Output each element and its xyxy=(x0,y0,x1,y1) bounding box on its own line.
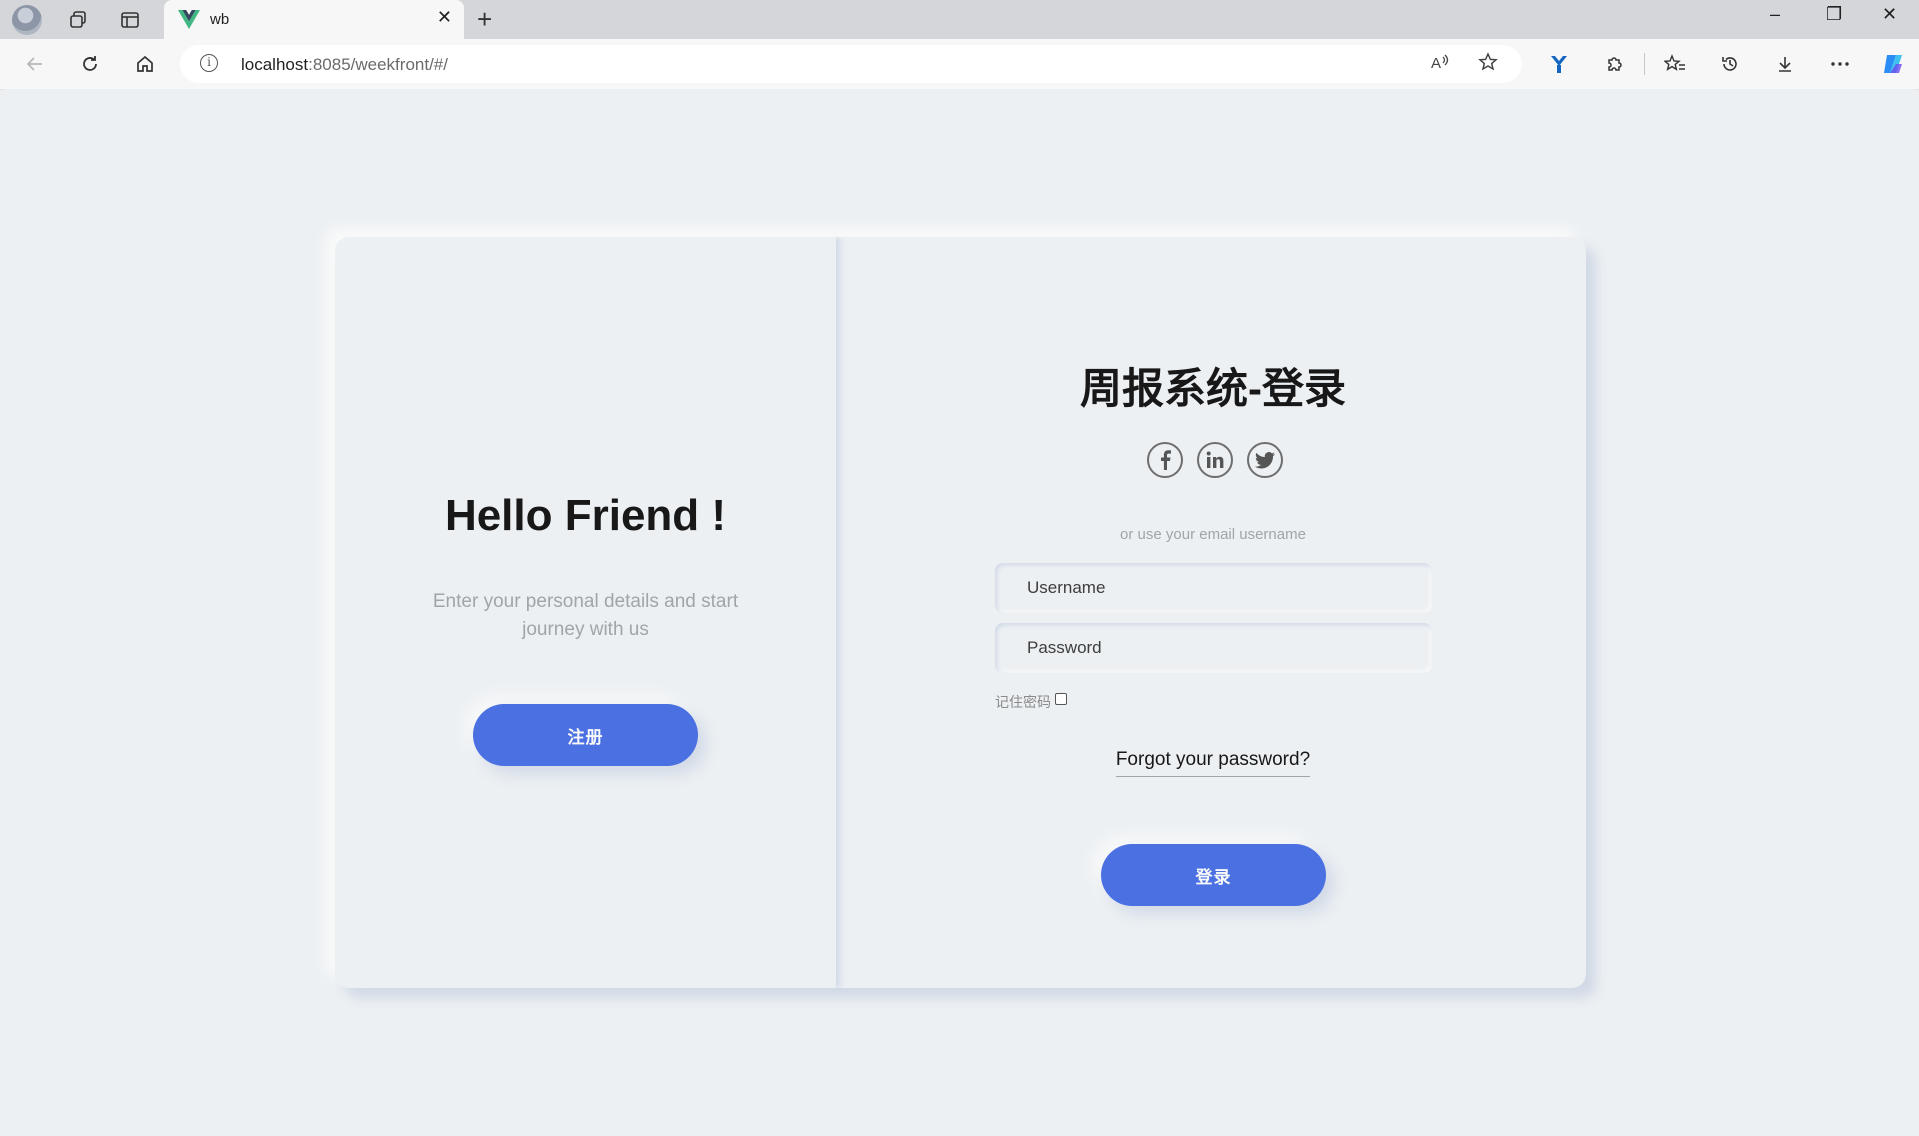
switch-panel: Hello Friend ! Enter your personal detai… xyxy=(335,237,836,988)
remember-label: 记住密码 xyxy=(995,694,1051,710)
vue-logo-icon xyxy=(178,10,200,29)
remember-checkbox[interactable] xyxy=(1055,693,1067,705)
remember-password: 记住密码 xyxy=(995,692,1067,712)
browser-nav-bar: i localhost:8085/weekfront/#/ A xyxy=(0,39,1919,90)
alt-login-text: or use your email username xyxy=(1120,526,1306,543)
new-tab-button[interactable]: + xyxy=(477,4,492,35)
restore-button[interactable]: ❐ xyxy=(1826,4,1842,25)
forgot-password-link[interactable]: Forgot your password? xyxy=(1115,749,1311,777)
download-icon[interactable] xyxy=(1770,49,1800,79)
profile-avatar[interactable] xyxy=(12,5,42,35)
extensions-puzzle-icon[interactable] xyxy=(1600,49,1630,79)
site-info-icon[interactable]: i xyxy=(200,54,218,72)
address-bar[interactable]: i localhost:8085/weekfront/#/ A xyxy=(180,45,1522,83)
username-input[interactable] xyxy=(995,563,1432,613)
password-input[interactable] xyxy=(995,623,1432,673)
more-menu-icon[interactable] xyxy=(1825,49,1855,79)
svg-text:A: A xyxy=(1431,55,1441,72)
login-button[interactable]: 登录 xyxy=(1101,844,1326,906)
tab-title: wb xyxy=(210,11,230,28)
active-tab[interactable]: wb ✕ xyxy=(164,0,464,39)
forgot-container: Forgot your password? xyxy=(840,749,1586,777)
minimize-button[interactable]: – xyxy=(1770,4,1780,25)
browser-tab-bar: wb ✕ + – ❐ ✕ xyxy=(0,0,1919,39)
login-form: 周报系统-登录 or use your email username 记住密码 xyxy=(840,237,1586,988)
toolbar-separator xyxy=(1644,53,1645,75)
read-aloud-icon[interactable]: A xyxy=(1430,52,1450,78)
copilot-icon[interactable] xyxy=(1878,49,1908,79)
home-icon[interactable] xyxy=(130,49,160,79)
tab-close-icon[interactable]: ✕ xyxy=(437,7,452,28)
linkedin-icon[interactable] xyxy=(1197,442,1233,478)
form-title: 周报系统-登录 xyxy=(1080,365,1346,412)
extension-y-icon[interactable] xyxy=(1544,49,1574,79)
url-text[interactable]: localhost:8085/weekfront/#/ xyxy=(241,55,448,75)
refresh-icon[interactable] xyxy=(75,49,105,79)
tab-actions-icon[interactable] xyxy=(116,6,144,34)
favorite-star-icon[interactable] xyxy=(1478,52,1498,78)
url-path: :8085/weekfront/#/ xyxy=(308,55,448,74)
page-viewport: Hello Friend ! Enter your personal detai… xyxy=(4,89,1915,1136)
history-icon[interactable] xyxy=(1715,49,1745,79)
favorites-list-icon[interactable] xyxy=(1660,49,1690,79)
login-card: Hello Friend ! Enter your personal detai… xyxy=(335,237,1586,988)
social-icons xyxy=(1147,442,1307,482)
register-button[interactable]: 注册 xyxy=(473,704,698,766)
welcome-description: Enter your personal details and start jo… xyxy=(432,591,739,640)
url-host: localhost xyxy=(241,55,309,74)
facebook-icon[interactable] xyxy=(1147,442,1183,478)
welcome-heading: Hello Friend ! xyxy=(444,491,727,540)
close-window-button[interactable]: ✕ xyxy=(1882,4,1897,25)
back-arrow-icon[interactable] xyxy=(20,49,50,79)
collections-icon[interactable] xyxy=(64,6,92,34)
twitter-icon[interactable] xyxy=(1247,442,1283,478)
